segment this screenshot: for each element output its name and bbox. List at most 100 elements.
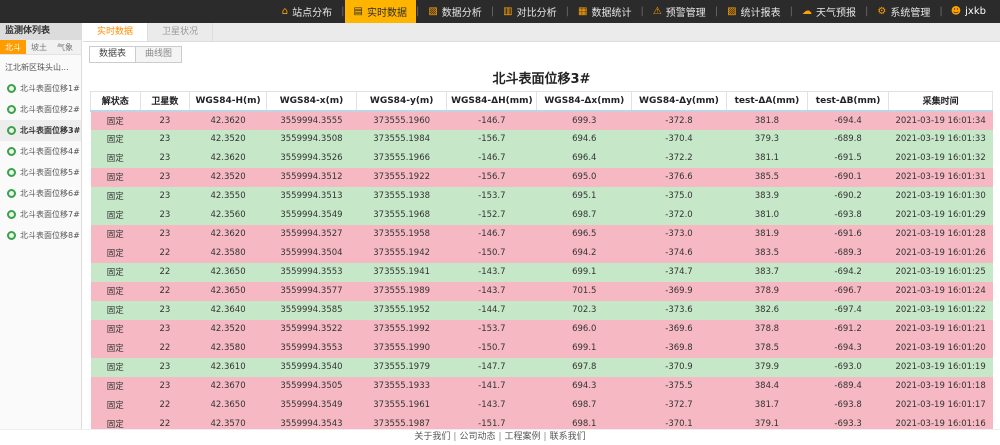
table-cell: 22 bbox=[140, 396, 190, 415]
sidebar-tab-3[interactable]: 气象 bbox=[52, 40, 78, 54]
main-content: 实时数据卫星状况 数据表曲线图 北斗表面位移3# 解状态卫星数WGS84-H(m… bbox=[83, 23, 1000, 429]
table-cell: -146.7 bbox=[447, 149, 537, 168]
table-cell: -689.3 bbox=[808, 244, 889, 263]
table-cell: 3559994.3549 bbox=[266, 396, 356, 415]
data-table: 解状态卫星数WGS84-H(m)WGS84-x(m)WGS84-y(m)WGS8… bbox=[90, 91, 993, 429]
table-cell: 2021-03-19 16:01:30 bbox=[889, 187, 993, 206]
table-cell: 3559994.3555 bbox=[266, 111, 356, 130]
nav-item-9[interactable]: ⚙系统管理 bbox=[868, 0, 939, 23]
nav-item-label: 预警管理 bbox=[666, 4, 706, 19]
nav-item-7[interactable]: ▨统计报表 bbox=[718, 0, 789, 23]
table-cell: 2021-03-19 16:01:33 bbox=[889, 130, 993, 149]
table-cell: 3559994.3508 bbox=[266, 130, 356, 149]
footer-link-4[interactable]: 联系我们 bbox=[550, 432, 586, 442]
table-cell: 695.1 bbox=[537, 187, 632, 206]
table-cell: 696.0 bbox=[537, 320, 632, 339]
main-tab-2[interactable]: 卫星状况 bbox=[148, 23, 213, 41]
table-cell: 固定 bbox=[91, 149, 141, 168]
sidebar-item-label: 北斗表面位移3# bbox=[20, 125, 80, 136]
table-cell: 42.3620 bbox=[190, 225, 267, 244]
table-cell: 3559994.3543 bbox=[266, 415, 356, 430]
table-cell: -693.0 bbox=[808, 358, 889, 377]
sidebar-item-1[interactable]: 北斗表面位移1# bbox=[0, 78, 81, 99]
sidebar-tab-1[interactable]: 北斗 bbox=[0, 40, 26, 54]
username: jxkb bbox=[965, 6, 986, 17]
table-header-row: 解状态卫星数WGS84-H(m)WGS84-x(m)WGS84-y(m)WGS8… bbox=[91, 92, 993, 111]
nav-item-6[interactable]: ⚠预警管理 bbox=[644, 0, 715, 23]
table-cell: -693.8 bbox=[808, 396, 889, 415]
sidebar-item-4[interactable]: 北斗表面位移4# bbox=[0, 141, 81, 162]
table-cell: -689.4 bbox=[808, 377, 889, 396]
table-cell: -152.7 bbox=[447, 206, 537, 225]
column-header: test-ΔB(mm) bbox=[808, 92, 889, 111]
sidebar-tab-2[interactable]: 坡土 bbox=[26, 40, 52, 54]
table-cell: 22 bbox=[140, 415, 190, 430]
table-cell: 373555.1941 bbox=[357, 263, 447, 282]
table-cell: 702.3 bbox=[537, 301, 632, 320]
table-cell: -370.9 bbox=[632, 358, 727, 377]
nav-item-4[interactable]: ▥对比分析 bbox=[494, 0, 565, 23]
table-cell: 23 bbox=[140, 187, 190, 206]
sidebar-item-8[interactable]: 北斗表面位移8# bbox=[0, 225, 81, 246]
table-cell: -153.7 bbox=[447, 187, 537, 206]
table-cell: -374.7 bbox=[632, 263, 727, 282]
table-row: 固定2242.36503559994.3553373555.1941-143.7… bbox=[91, 263, 993, 282]
table-cell: 23 bbox=[140, 377, 190, 396]
top-navbar: ⌂站点分布|▤实时数据|▧数据分析|▥对比分析|▦数据统计|⚠预警管理|▨统计报… bbox=[0, 0, 1000, 23]
table-cell: -370.4 bbox=[632, 130, 727, 149]
table-cell: 381.9 bbox=[726, 225, 807, 244]
main-tab-bar: 实时数据卫星状况 bbox=[83, 23, 1000, 42]
main-tab-1[interactable]: 实时数据 bbox=[83, 23, 148, 41]
table-cell: -151.7 bbox=[447, 415, 537, 430]
sidebar-item-5[interactable]: 北斗表面位移5# bbox=[0, 162, 81, 183]
table-cell: -691.2 bbox=[808, 320, 889, 339]
table-cell: 381.8 bbox=[726, 111, 807, 130]
table-cell: 42.3520 bbox=[190, 168, 267, 187]
subtab-1[interactable]: 数据表 bbox=[89, 46, 136, 63]
sidebar: 监测体列表 北斗坡土气象 江北新区珠头山... 北斗表面位移1#北斗表面位移2#… bbox=[0, 23, 82, 429]
table-row: 固定2242.35803559994.3504373555.1942-150.7… bbox=[91, 244, 993, 263]
nav-item-label: 数据分析 bbox=[442, 4, 482, 19]
footer-link-3[interactable]: 工程案例 bbox=[505, 432, 541, 442]
table-cell: 2021-03-19 16:01:18 bbox=[889, 377, 993, 396]
station-icon bbox=[7, 231, 16, 240]
table-cell: 2021-03-19 16:01:24 bbox=[889, 282, 993, 301]
sidebar-item-list: 北斗表面位移1#北斗表面位移2# 北斗表面位移3# 北斗表面位移4#北斗表面位移5#… bbox=[0, 78, 81, 246]
footer-link-1[interactable]: 关于我们 bbox=[414, 432, 450, 442]
table-cell: 3559994.3513 bbox=[266, 187, 356, 206]
table-cell: 固定 bbox=[91, 282, 141, 301]
sidebar-item-2[interactable]: 北斗表面位移2# bbox=[0, 99, 81, 120]
table-cell: -376.6 bbox=[632, 168, 727, 187]
sidebar-item-7[interactable]: 北斗表面位移7# bbox=[0, 204, 81, 225]
tree-root-node[interactable]: 江北新区珠头山... bbox=[0, 55, 81, 78]
user-menu[interactable]: ☻ jxkb bbox=[943, 0, 994, 23]
table-cell: 42.3580 bbox=[190, 339, 267, 358]
nav-item-label: 站点分布 bbox=[292, 4, 332, 19]
nav-item-1[interactable]: ⌂站点分布 bbox=[273, 0, 341, 23]
sidebar-tabs: 北斗坡土气象 bbox=[0, 40, 81, 55]
nav-item-5[interactable]: ▦数据统计 bbox=[569, 0, 640, 23]
table-cell: -143.7 bbox=[447, 282, 537, 301]
nav-item-3[interactable]: ▧数据分析 bbox=[419, 0, 490, 23]
table-row: 固定2342.35203559994.3508373555.1984-156.7… bbox=[91, 130, 993, 149]
column-header: WGS84-Δy(mm) bbox=[632, 92, 727, 111]
nav-item-8[interactable]: ☁天气预报 bbox=[793, 0, 865, 23]
table-row: 固定2242.36503559994.3577373555.1989-143.7… bbox=[91, 282, 993, 301]
table-cell: 42.3650 bbox=[190, 282, 267, 301]
footer-links: 关于我们|公司动态|工程案例|联系我们 bbox=[414, 432, 585, 442]
table-cell: -375.0 bbox=[632, 187, 727, 206]
subtab-2[interactable]: 曲线图 bbox=[136, 46, 182, 63]
sidebar-item-3[interactable]: 北斗表面位移3# bbox=[0, 120, 81, 141]
footer-link-2[interactable]: 公司动态 bbox=[459, 432, 495, 442]
table-cell: 固定 bbox=[91, 396, 141, 415]
table-cell: 373555.1960 bbox=[357, 111, 447, 130]
sidebar-item-6[interactable]: 北斗表面位移6# bbox=[0, 183, 81, 204]
table-cell: 373555.1989 bbox=[357, 282, 447, 301]
table-cell: 379.1 bbox=[726, 415, 807, 430]
table-cell: 373555.1942 bbox=[357, 244, 447, 263]
table-cell: 23 bbox=[140, 225, 190, 244]
table-cell: 373555.1966 bbox=[357, 149, 447, 168]
nav-item-2[interactable]: ▤实时数据 bbox=[345, 0, 416, 23]
table-cell: -370.1 bbox=[632, 415, 727, 430]
station-icon bbox=[7, 126, 16, 135]
